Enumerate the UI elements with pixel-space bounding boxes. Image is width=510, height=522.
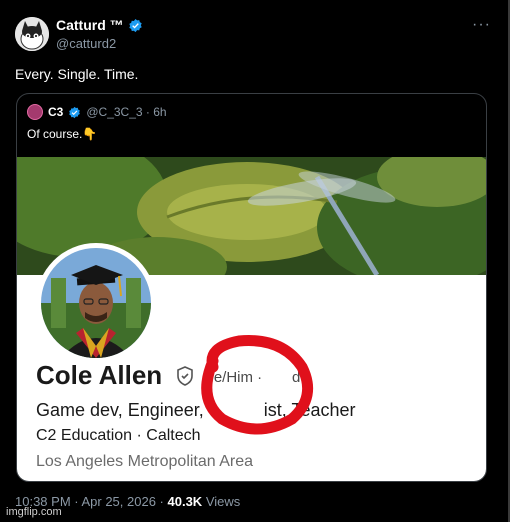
views-count: 40.3K [167,494,203,509]
views-label: Views [205,494,241,509]
red-highlight-circle [201,335,314,435]
author-name-row: Catturd ™ [56,17,143,33]
verified-badge-icon [128,18,142,32]
quote-text: Of course.👇 [27,127,98,141]
profile-screenshot-image[interactable]: Cole Allen He/Him · d Game dev, Engineer… [17,157,486,481]
verified-badge-icon [69,106,81,118]
quote-handle-time[interactable]: @C_3C_3 · 6h [86,105,166,119]
quote-author-name[interactable]: C3 [48,105,63,119]
quote-avatar[interactable] [27,104,43,120]
quoted-tweet[interactable]: C3 @C_3C_3 · 6h Of course.👇 Cole Allen H… [16,93,487,482]
author-name[interactable]: Catturd ™ [56,17,124,33]
author-avatar[interactable] [15,17,49,51]
quote-header: C3 @C_3C_3 · 6h [27,104,167,120]
tweet-text: Every. Single. Time. [15,66,139,82]
author-handle[interactable]: @catturd2 [56,36,116,51]
imgflip-watermark: imgflip.com [6,506,62,518]
more-options-icon[interactable]: ··· [472,16,491,34]
